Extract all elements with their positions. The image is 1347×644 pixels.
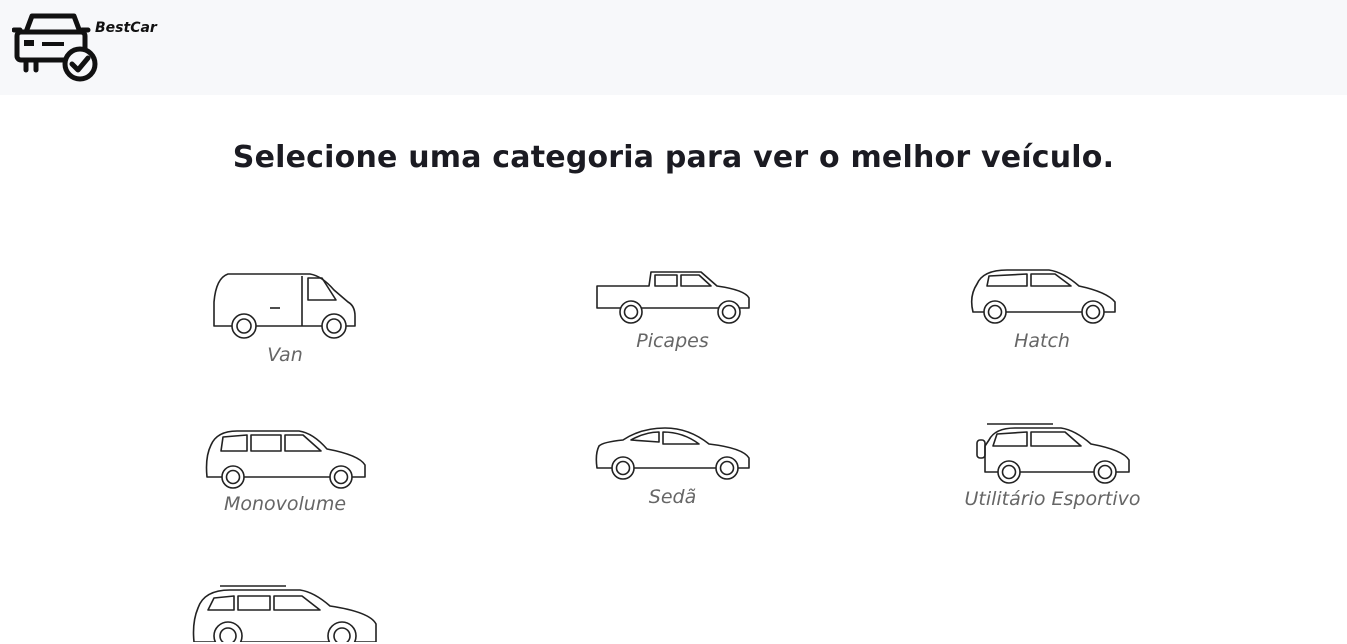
page-heading: Selecione uma categoria para ver o melho… [232, 140, 1115, 175]
brand-name[interactable]: BestCar [95, 20, 157, 36]
category-label: Utilitário Esportivo [964, 488, 1141, 510]
category-label: Sedã [648, 486, 697, 508]
suv-icon [975, 423, 1130, 484]
category-hatch[interactable]: Hatch [967, 266, 1117, 352]
pickup-icon [595, 271, 750, 324]
category-seda[interactable]: Sedã [590, 424, 755, 508]
car-check-icon[interactable] [12, 10, 100, 82]
category-label: Monovolume [223, 493, 347, 515]
category-van[interactable]: Van [205, 268, 365, 366]
van-icon [213, 273, 356, 339]
category-label: Van [267, 344, 303, 366]
hatch-icon [970, 269, 1116, 324]
station-wagon-icon [192, 585, 377, 642]
minivan-icon [205, 430, 366, 489]
category-utilitario-esportivo[interactable]: Utilitário Esportivo [955, 422, 1150, 510]
sedan-icon [595, 427, 750, 480]
category-monovolume[interactable]: Monovolume [200, 427, 370, 515]
category-station-wagon[interactable] [190, 582, 380, 644]
category-label: Hatch [1014, 330, 1070, 352]
category-label: Picapes [636, 330, 709, 352]
navbar: BestCar [0, 0, 1347, 95]
category-picapes[interactable]: Picapes [590, 268, 755, 352]
